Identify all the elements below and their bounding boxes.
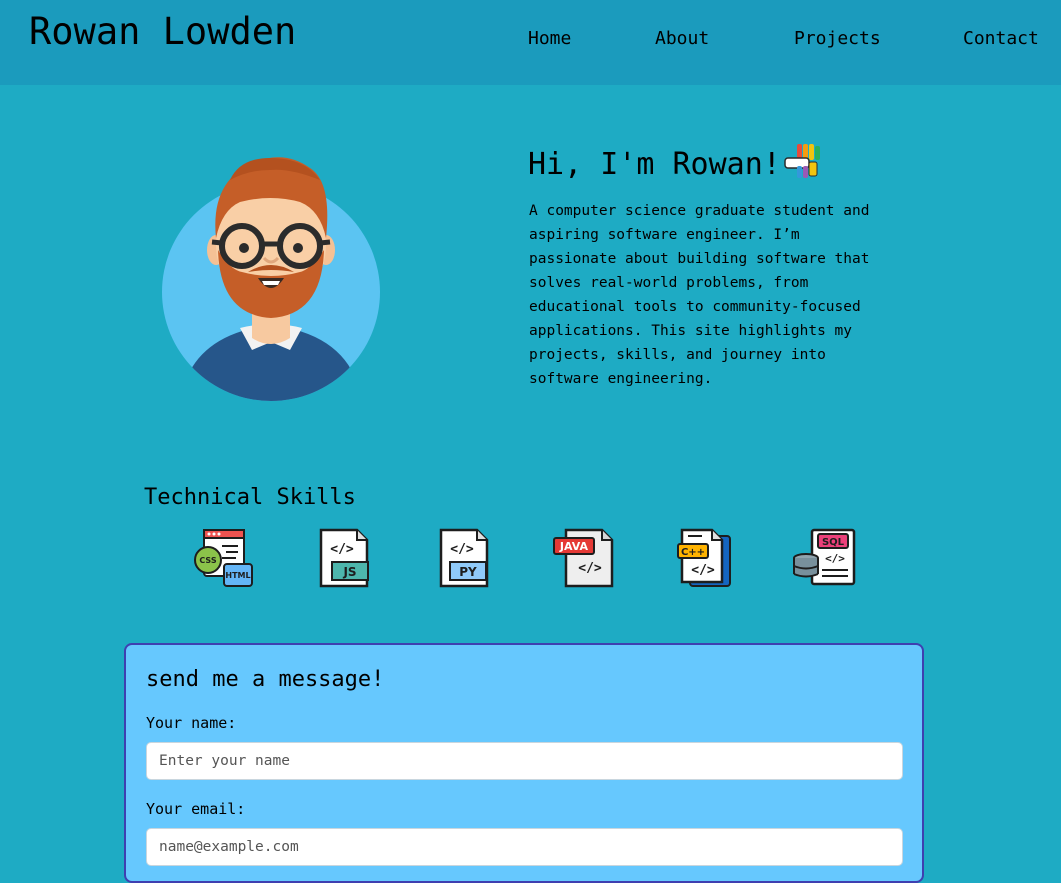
nav-projects[interactable]: Projects — [794, 28, 881, 50]
css-html-icon: CSS HTML — [192, 526, 256, 590]
sql-database-icon: SQL </> — [792, 526, 856, 590]
email-label: Your email: — [146, 800, 246, 818]
avatar — [160, 150, 382, 402]
js-file-icon: </> JS — [312, 526, 376, 590]
nav-contact[interactable]: Contact — [963, 28, 1039, 50]
sql-label: SQL — [822, 537, 845, 548]
python-file-icon: </> PY — [432, 526, 496, 590]
waving-hand-icon — [783, 140, 823, 191]
svg-text:</>: </> — [330, 542, 354, 557]
html-label: HTML — [225, 571, 250, 580]
nav-about[interactable]: About — [655, 28, 709, 50]
hero-heading-text: Hi, I'm Rowan! — [528, 147, 781, 182]
nav-home[interactable]: Home — [528, 28, 571, 50]
form-title: send me a message! — [146, 667, 385, 692]
site-header: Rowan Lowden Home About Projects Contact — [0, 0, 1061, 85]
contact-form: send me a message! Your name: Your email… — [124, 643, 924, 883]
skills-heading: Technical Skills — [144, 485, 356, 510]
svg-text:</>: </> — [450, 542, 474, 557]
js-label: JS — [342, 565, 356, 579]
hero-bio: A computer science graduate student and … — [529, 203, 870, 387]
cpp-file-icon: C++ </> — [672, 526, 736, 590]
svg-text:</>: </> — [578, 561, 602, 576]
svg-text:</>: </> — [691, 563, 715, 578]
site-title: Rowan Lowden — [29, 10, 297, 53]
name-label: Your name: — [146, 714, 237, 732]
cpp-label: C++ — [681, 547, 705, 558]
name-input[interactable] — [146, 742, 903, 780]
java-file-icon: JAVA </> — [552, 526, 616, 590]
svg-text:</>: </> — [825, 552, 845, 565]
css-label: CSS — [199, 556, 216, 565]
py-label: PY — [459, 565, 477, 579]
java-label: JAVA — [559, 540, 589, 553]
hero-heading: Hi, I'm Rowan! — [528, 140, 823, 191]
email-input[interactable] — [146, 828, 903, 866]
